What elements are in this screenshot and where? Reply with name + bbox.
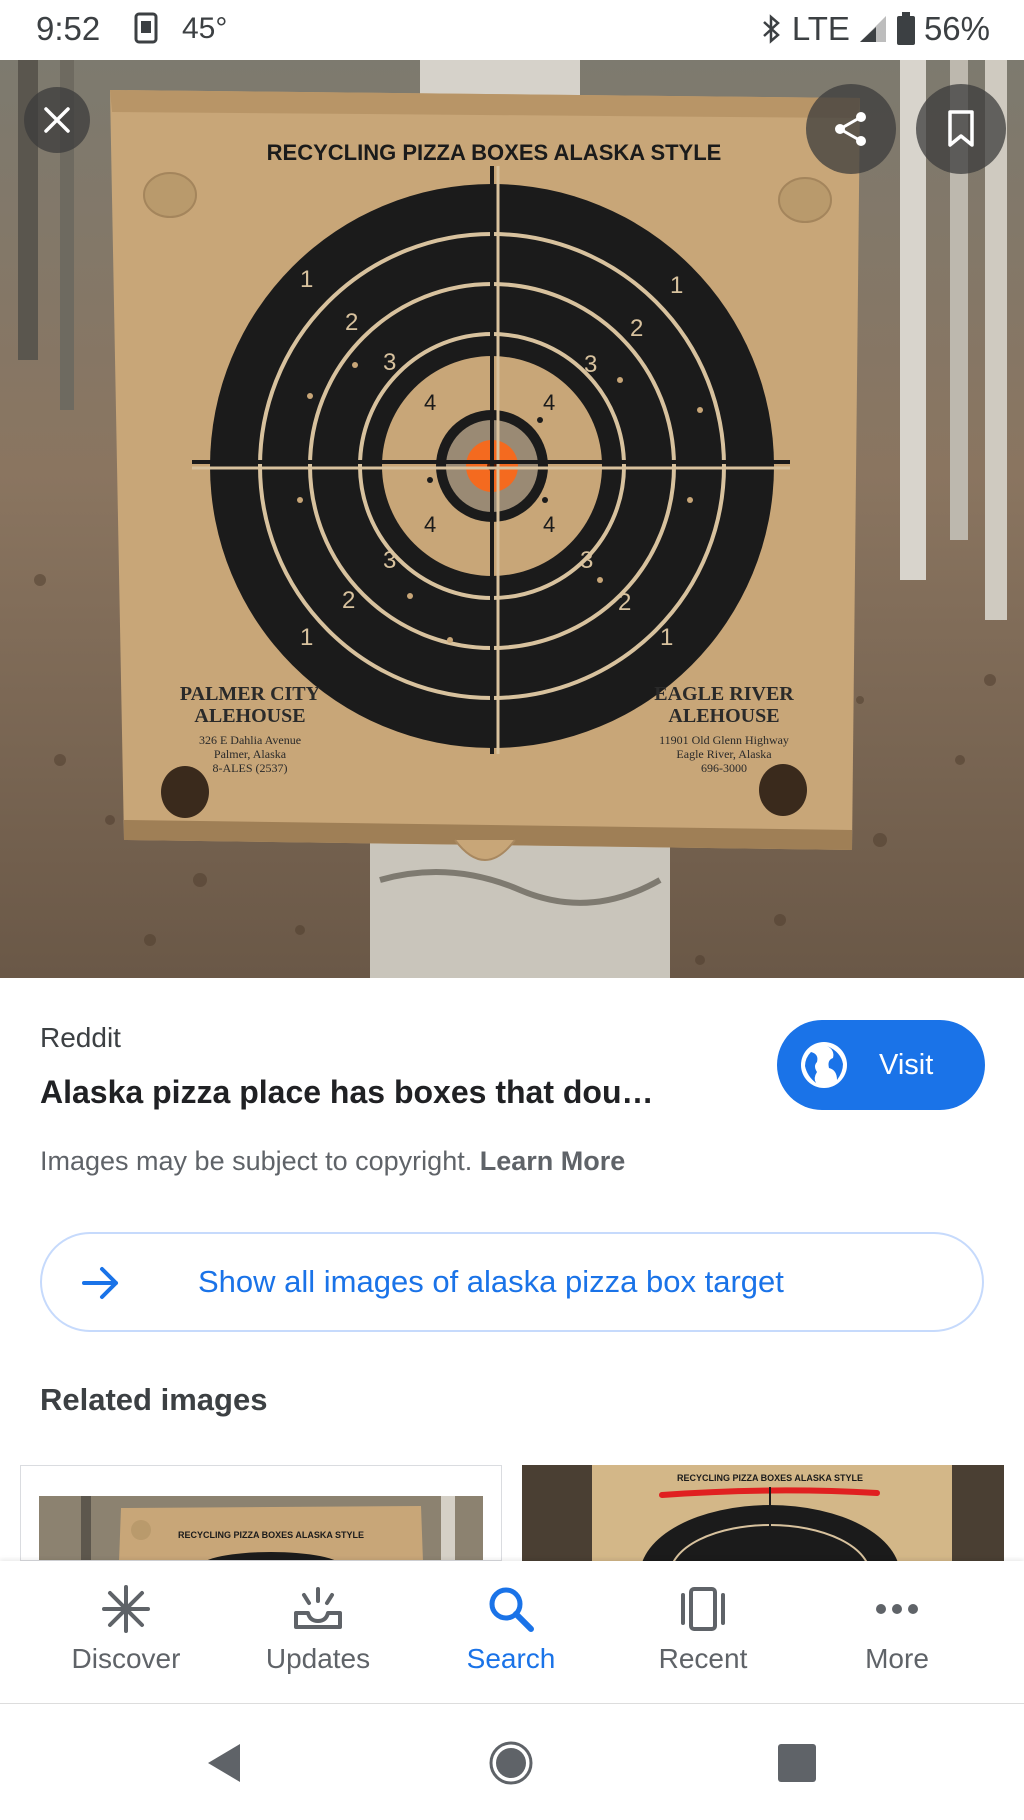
status-temperature: 45° (182, 12, 228, 45)
system-navigation-bar (0, 1704, 1024, 1820)
result-source: Reddit (40, 1022, 121, 1053)
nav-more-label: More (865, 1643, 929, 1674)
related-image-2[interactable]: RECYCLING PIZZA BOXES ALASKA STYLE (522, 1465, 1004, 1561)
ring-label: 1 (660, 624, 673, 651)
right-store-address-1: 11901 Old Glenn Highway (659, 733, 789, 747)
pizza-box-target-photo: RECYCLING PIZZA BOXES ALASKA STYLE 1 2 3… (0, 60, 1024, 978)
status-battery: 56% (923, 10, 990, 47)
overview-icon[interactable] (776, 1742, 818, 1784)
ring-label: 4 (543, 390, 555, 415)
inbox-tray-icon (294, 1587, 342, 1629)
signal-icon (859, 16, 886, 42)
nav-search[interactable]: Search (421, 1583, 601, 1675)
show-all-label: Show all images of alaska pizza box targ… (198, 1264, 784, 1299)
copyright-notice: Images may be subject to copyright. Lear… (40, 1146, 625, 1177)
related-images-heading: Related images (40, 1382, 268, 1417)
nav-discover-label: Discover (71, 1643, 181, 1674)
ring-label: 4 (543, 512, 555, 537)
search-icon (489, 1587, 534, 1632)
right-store-phone: 696-3000 (701, 761, 747, 775)
ring-label: 3 (383, 547, 396, 574)
globe-icon (801, 1042, 847, 1088)
related-image-1-photo: RECYCLING PIZZA BOXES ALASKA STYLE (39, 1496, 483, 1560)
left-store-name-2: ALEHOUSE (194, 705, 305, 727)
close-button[interactable] (24, 87, 90, 153)
nav-recent-label: Recent (658, 1643, 748, 1674)
nav-more[interactable]: More (807, 1583, 987, 1675)
related-image-1[interactable]: RECYCLING PIZZA BOXES ALASKA STYLE (20, 1465, 502, 1561)
status-time: 9:52 (36, 10, 101, 47)
left-store-name-1: PALMER CITY (180, 683, 321, 705)
ring-label: 2 (342, 587, 355, 614)
status-right: LTE 56% (760, 10, 990, 48)
home-icon[interactable] (488, 1740, 534, 1786)
ring-label: 3 (383, 349, 396, 376)
left-store-phone: 8-ALES (2537) (213, 761, 288, 775)
more-dots-icon (876, 1604, 918, 1614)
ring-label: 3 (580, 547, 593, 574)
bluetooth-icon (763, 14, 780, 44)
related-image-2-text: RECYCLING PIZZA BOXES ALASKA STYLE (677, 1473, 863, 1483)
ring-label: 4 (424, 390, 436, 415)
nav-updates-label: Updates (265, 1643, 371, 1674)
ring-label: 1 (670, 272, 683, 299)
save-button[interactable] (916, 84, 1006, 174)
arrow-right-icon (82, 1267, 118, 1299)
ring-label: 4 (424, 512, 436, 537)
share-button[interactable] (806, 84, 896, 174)
visit-button[interactable]: Visit (777, 1020, 985, 1110)
status-network: LTE (791, 10, 850, 47)
visit-label: Visit (879, 1048, 934, 1081)
ring-label: 1 (300, 266, 313, 293)
nav-discover[interactable]: Discover (36, 1583, 216, 1675)
ring-label: 3 (584, 351, 597, 378)
ring-label: 2 (630, 315, 643, 342)
bottom-navigation: Discover Updates Search Recent More (0, 1561, 1024, 1704)
ring-label: 2 (345, 309, 358, 336)
bookmark-icon (948, 110, 974, 147)
copyright-text: Images may be subject to copyright. (40, 1146, 473, 1176)
left-store-address-2: Palmer, Alaska (214, 747, 287, 761)
result-image[interactable]: RECYCLING PIZZA BOXES ALASKA STYLE 1 2 3… (0, 60, 1024, 978)
result-title[interactable]: Alaska pizza place has boxes that dou… (40, 1074, 720, 1111)
nav-updates[interactable]: Updates (228, 1583, 408, 1675)
learn-more-link[interactable]: Learn More (480, 1146, 626, 1176)
ring-label: 1 (300, 624, 313, 651)
right-store-name-2: ALEHOUSE (668, 705, 779, 727)
nav-recent[interactable]: Recent (613, 1583, 793, 1675)
left-store-address-1: 326 E Dahlia Avenue (199, 733, 301, 747)
share-icon (835, 112, 866, 146)
status-bar: 9:52 45° LTE 56% (0, 0, 1024, 60)
close-icon (44, 107, 70, 133)
recent-cards-icon (681, 1587, 725, 1631)
related-image-2-photo: RECYCLING PIZZA BOXES ALASKA STYLE (522, 1465, 1004, 1561)
back-icon[interactable] (202, 1740, 248, 1786)
nav-search-label: Search (466, 1643, 556, 1674)
asterisk-icon (102, 1585, 150, 1633)
battery-icon (896, 12, 915, 45)
right-store-address-2: Eagle River, Alaska (676, 747, 772, 761)
box-heading: RECYCLING PIZZA BOXES ALASKA STYLE (267, 140, 722, 165)
right-store-name-1: EAGLE RIVER (654, 683, 794, 705)
related-image-1-text: RECYCLING PIZZA BOXES ALASKA STYLE (178, 1530, 364, 1540)
ring-label: 2 (618, 589, 631, 616)
show-all-images-button[interactable]: Show all images of alaska pizza box targ… (40, 1232, 984, 1332)
screenshot-icon (134, 12, 158, 44)
